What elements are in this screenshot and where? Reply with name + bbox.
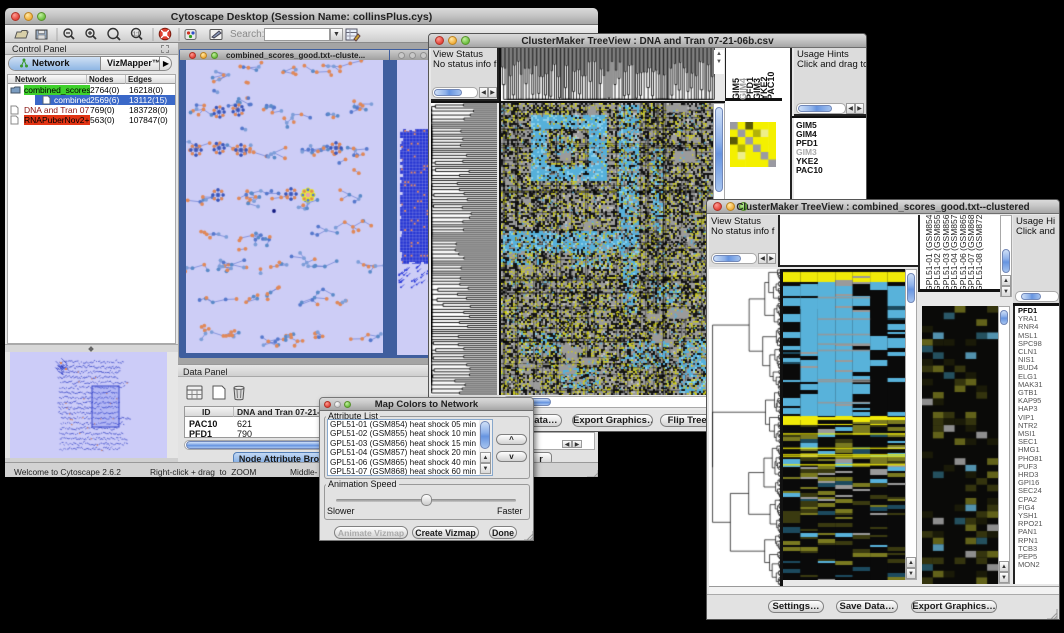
svg-text:1:1: 1:1 [133,32,140,38]
